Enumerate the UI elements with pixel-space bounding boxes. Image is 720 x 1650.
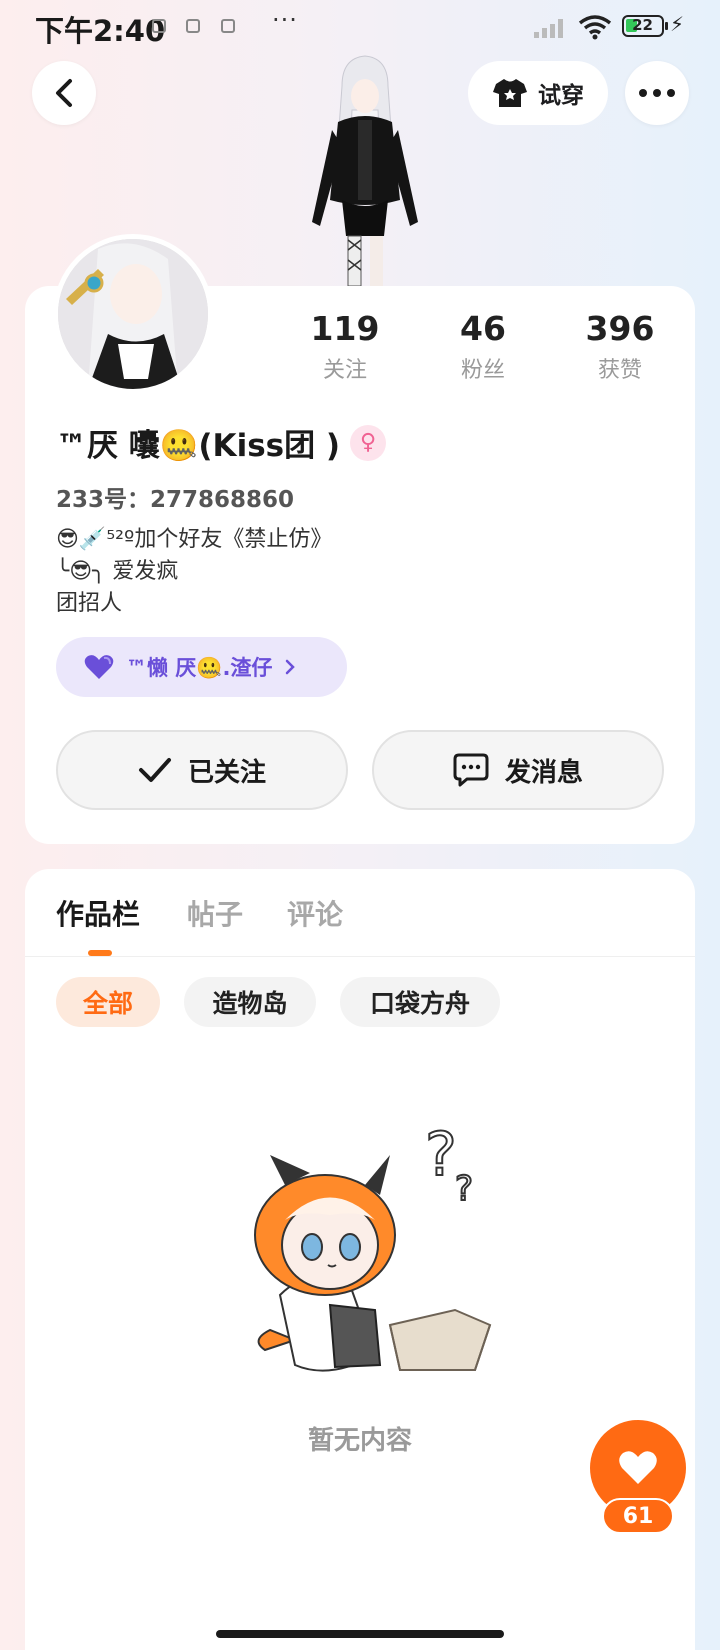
nickname: ™厌 囔🤐(Kiss团 ): [56, 428, 341, 464]
more-icon: [639, 89, 675, 97]
chevron-right-icon: [286, 659, 296, 675]
stat-value: 119: [310, 309, 380, 348]
stat-label: 关注: [322, 358, 367, 383]
message-label: 发消息: [504, 757, 583, 788]
chat-icon: [453, 753, 489, 787]
group-name: ™懒 厌🤐.渣仔: [126, 656, 273, 680]
back-arrow-icon: [56, 79, 72, 107]
signal-icon: [534, 19, 563, 38]
avatar-3d-figure[interactable]: [290, 50, 440, 286]
follow-button[interactable]: 已关注: [56, 730, 348, 810]
tab-comments[interactable]: 评论: [287, 893, 343, 933]
group-badge[interactable]: ™懒 厌🤐.渣仔: [56, 637, 347, 697]
battery-icon: 22: [622, 15, 664, 37]
like-count: 61: [602, 1498, 674, 1534]
stat-value: 396: [585, 309, 655, 348]
empty-illustration: ? ?: [254, 1119, 492, 1372]
stat-likes[interactable]: 396 获赞: [565, 309, 675, 384]
stat-following[interactable]: 119 关注: [290, 309, 400, 384]
charging-icon: ⚡: [670, 12, 685, 36]
stat-label: 获赞: [597, 358, 642, 383]
tab-works[interactable]: 作品栏: [56, 893, 140, 933]
stat-label: 粉丝: [460, 358, 505, 383]
home-indicator[interactable]: [216, 1630, 504, 1638]
filter-pocket-ark[interactable]: 口袋方舟: [340, 977, 500, 1027]
filter-creation-island[interactable]: 造物岛: [184, 977, 316, 1027]
svg-text:?: ?: [425, 1120, 457, 1190]
bio: 😎💉⁵²º加个好友《禁止仿》 ╰😎╮ 爱发疯 团招人: [56, 527, 333, 616]
battery-level: 22: [632, 16, 653, 34]
stat-value: 46: [460, 309, 506, 348]
try-on-button[interactable]: 试穿: [468, 61, 608, 125]
avatar-image: [58, 239, 208, 389]
filter-all[interactable]: 全部: [56, 977, 160, 1027]
tab-divider: [25, 956, 695, 957]
notification-app-icon: [186, 19, 200, 33]
svg-text:?: ?: [455, 1169, 473, 1209]
more-notifications-icon: ···: [272, 6, 298, 34]
back-button[interactable]: [32, 61, 96, 125]
heart-icon: [84, 655, 114, 679]
user-id: 233号：277868860: [56, 487, 295, 513]
shirt-icon: [493, 79, 527, 107]
wifi-icon: [578, 15, 612, 40]
status-bar: 下午2:40 ··· 22 ⚡: [0, 0, 720, 54]
notification-app-icon: [221, 19, 235, 33]
tab-posts[interactable]: 帖子: [187, 893, 243, 933]
follow-label: 已关注: [187, 757, 266, 788]
female-icon: ♀: [350, 424, 387, 461]
heart-like-icon: [619, 1451, 657, 1484]
nickname-row: ™厌 囔🤐(Kiss团 ) ♀: [56, 420, 387, 465]
message-button[interactable]: 发消息: [372, 730, 664, 810]
try-on-label: 试穿: [538, 83, 584, 109]
stat-followers[interactable]: 46 粉丝: [428, 309, 538, 384]
notification-app-icon: [152, 19, 166, 33]
avatar[interactable]: [53, 234, 213, 394]
more-button[interactable]: [625, 61, 689, 125]
check-icon: [138, 758, 171, 782]
status-time: 下午2:40: [35, 14, 166, 48]
